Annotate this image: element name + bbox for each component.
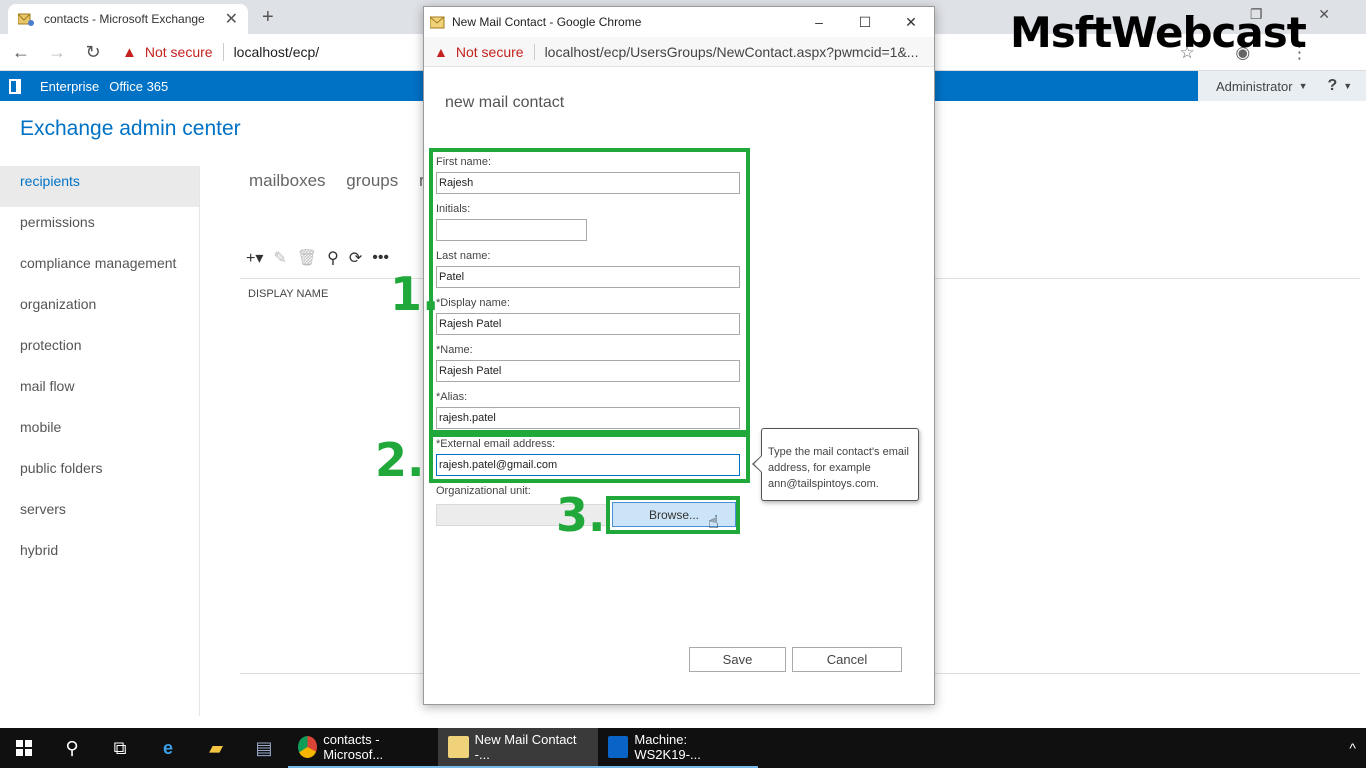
- taskbar: ⚲ ⧉ e ▰ ▤ contacts - Microsof... New Mai…: [0, 728, 1366, 768]
- popup-security-indicator[interactable]: ▲ Not secure: [434, 44, 524, 60]
- list-toolbar: +▾ ✎ 🗑 ⚲ ⟳ •••: [246, 248, 389, 268]
- browser-tab[interactable]: contacts - Microsoft Exchange ✕: [8, 4, 248, 34]
- internet-explorer-icon[interactable]: e: [144, 728, 192, 768]
- nav-item-protection[interactable]: protection: [0, 330, 199, 371]
- refresh-icon[interactable]: ⟳: [349, 248, 362, 268]
- mail-contact-icon: [430, 16, 445, 28]
- column-header-display-name[interactable]: DISPLAY NAME: [248, 288, 328, 300]
- tray-chevron-icon[interactable]: ^: [1349, 740, 1356, 756]
- nav-item-mobile[interactable]: mobile: [0, 412, 199, 453]
- nav-item-recipients[interactable]: recipients: [0, 166, 199, 207]
- nav-item-mail-flow[interactable]: mail flow: [0, 371, 199, 412]
- help-icon[interactable]: ?: [1328, 77, 1338, 95]
- popup-title-bar: New Mail Contact - Google Chrome – ☐ ✕: [424, 7, 934, 37]
- watermark-logo: MsftWebcast: [1010, 8, 1307, 57]
- forward-button[interactable]: →: [42, 42, 72, 63]
- not-secure-label: Not secure: [144, 44, 213, 60]
- windows-start-icon[interactable]: [0, 728, 48, 768]
- warning-icon: ▲: [434, 43, 448, 60]
- mail-contact-icon: [448, 736, 469, 758]
- form-title: new mail contact: [445, 94, 565, 111]
- search-icon[interactable]: ⚲: [327, 248, 339, 268]
- annotation-box-3: [606, 496, 740, 534]
- annotation-step-1: 1.: [390, 267, 440, 321]
- tooltip-arrow-inner: [754, 456, 762, 472]
- chrome-icon: [298, 736, 318, 758]
- back-button[interactable]: ←: [6, 42, 36, 63]
- nav-item-public-folders[interactable]: public folders: [0, 453, 199, 494]
- admin-menu[interactable]: Administrator: [1216, 79, 1293, 94]
- tab-close-icon[interactable]: ✕: [225, 9, 238, 29]
- nav-item-organization[interactable]: organization: [0, 289, 199, 330]
- system-tray: ^: [1349, 728, 1356, 768]
- nav-item-permissions[interactable]: permissions: [0, 207, 199, 248]
- page-title: Exchange admin center: [20, 117, 241, 140]
- tab-title: contacts - Microsoft Exchange: [44, 12, 205, 26]
- minimize-button[interactable]: –: [796, 14, 842, 30]
- tab-mailboxes[interactable]: mailboxes: [249, 171, 326, 190]
- chevron-down-icon: ▼: [1298, 81, 1308, 91]
- save-button[interactable]: Save: [689, 647, 786, 672]
- office-logo-icon[interactable]: [0, 71, 30, 101]
- exchange-icon: [608, 736, 629, 758]
- popup-title: New Mail Contact - Google Chrome: [452, 15, 642, 29]
- server-manager-icon[interactable]: ▤: [240, 728, 288, 768]
- email-tooltip: Type the mail contact's email address, f…: [761, 428, 919, 501]
- url-text[interactable]: localhost/ecp/: [234, 44, 320, 60]
- delete-icon[interactable]: 🗑: [297, 248, 317, 268]
- taskbar-item-label: New Mail Contact -...: [474, 732, 577, 762]
- annotation-box-2: [429, 433, 750, 483]
- nav-item-compliance[interactable]: compliance management: [0, 248, 199, 289]
- edit-icon[interactable]: ✎: [273, 248, 286, 268]
- add-icon[interactable]: +▾: [246, 248, 263, 268]
- annotation-step-2: 2.: [375, 433, 425, 487]
- file-explorer-icon[interactable]: ▰: [192, 728, 240, 768]
- taskbar-item-label: Machine: WS2K19-...: [634, 732, 701, 762]
- taskbar-item-label: contacts - Microsof...: [323, 732, 384, 762]
- search-icon[interactable]: ⚲: [48, 728, 96, 768]
- task-view-icon[interactable]: ⧉: [96, 728, 144, 768]
- nav-item-hybrid[interactable]: hybrid: [0, 535, 199, 576]
- top-link-enterprise[interactable]: Enterprise: [40, 79, 99, 94]
- new-tab-button[interactable]: +: [262, 6, 274, 29]
- annotation-step-3: 3.: [556, 488, 606, 542]
- exchange-favicon-icon: [18, 13, 34, 26]
- taskbar-item-machine[interactable]: Machine: WS2K19-...: [598, 728, 758, 768]
- taskbar-item-new-mail-contact[interactable]: New Mail Contact -...: [438, 728, 598, 768]
- cancel-button[interactable]: Cancel: [792, 647, 902, 672]
- chevron-down-icon: ▼: [1343, 81, 1353, 91]
- address-separator: [533, 43, 535, 60]
- popup-address-bar: ▲ Not secure localhost/ecp/UsersGroups/N…: [424, 37, 934, 67]
- recipient-subtabs: mailboxes groups re: [249, 171, 450, 191]
- security-indicator[interactable]: ▲ Not secure: [122, 44, 213, 61]
- more-icon[interactable]: •••: [372, 249, 389, 267]
- address-separator: [222, 43, 224, 61]
- popup-url-text[interactable]: localhost/ecp/UsersGroups/NewContact.asp…: [545, 44, 919, 60]
- not-secure-label: Not secure: [455, 43, 524, 60]
- left-navigation: recipients permissions compliance manage…: [0, 166, 200, 716]
- maximize-button[interactable]: ☐: [842, 14, 888, 31]
- nav-item-servers[interactable]: servers: [0, 494, 199, 535]
- annotation-box-1: [429, 148, 750, 434]
- close-button[interactable]: ✕: [888, 14, 934, 31]
- reload-button[interactable]: ↻: [78, 42, 108, 63]
- warning-icon: ▲: [122, 43, 137, 61]
- admin-area: Administrator ▼ ? ▼: [1198, 71, 1366, 101]
- taskbar-item-chrome[interactable]: contacts - Microsof...: [288, 728, 438, 768]
- top-link-office365[interactable]: Office 365: [109, 79, 168, 94]
- tab-groups[interactable]: groups: [346, 171, 398, 190]
- org-unit-label: Organizational unit:: [436, 485, 531, 497]
